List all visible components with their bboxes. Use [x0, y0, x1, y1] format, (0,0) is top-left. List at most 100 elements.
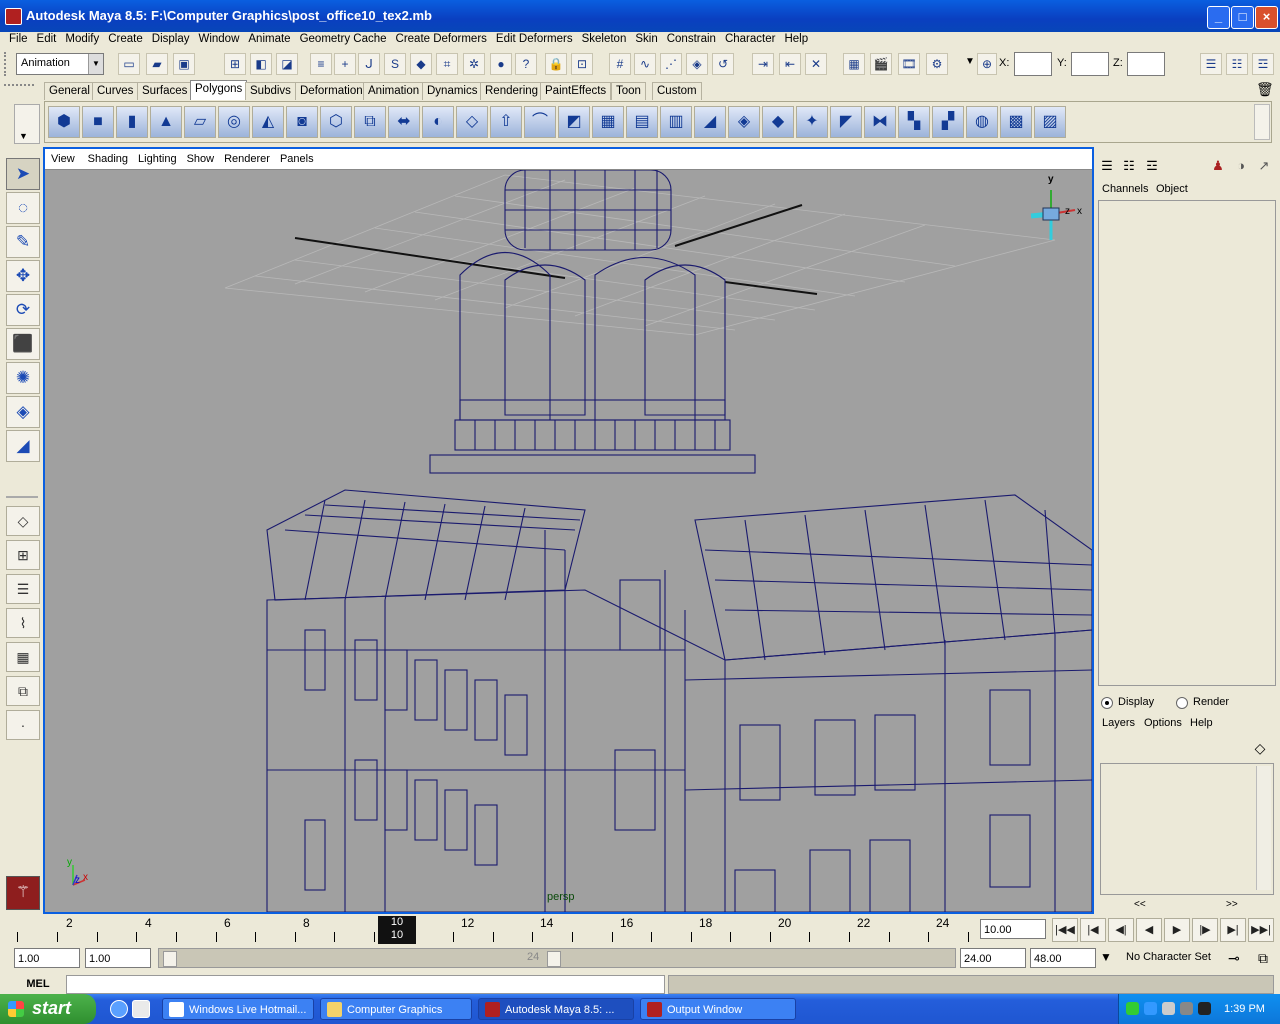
collapse-icon[interactable]: ◆ [762, 106, 794, 138]
pick-icon[interactable]: ↗ [1256, 156, 1272, 176]
tab-subdivs[interactable]: Subdivs [245, 82, 296, 100]
select-joints-icon[interactable]: ᒍ [358, 53, 380, 75]
menu-animate[interactable]: Animate [248, 32, 290, 46]
shelf-grip[interactable] [4, 84, 34, 98]
select-handles-icon[interactable]: + [334, 53, 356, 75]
viewport-menu-view[interactable]: View [51, 149, 75, 169]
create-layer-icon[interactable]: ◇ [1250, 738, 1270, 758]
menu-create[interactable]: Create [108, 32, 143, 46]
start-button[interactable]: start [0, 994, 96, 1024]
poly-sphere-icon[interactable]: ⬢ [48, 106, 80, 138]
range-slider[interactable]: 24 [158, 948, 956, 968]
channel-box-panel[interactable] [1098, 200, 1276, 686]
lock-selection-icon[interactable]: 🔒 [545, 53, 567, 75]
security-icon[interactable] [1198, 1002, 1211, 1015]
auto-key-icon[interactable]: ⊸ [1228, 950, 1240, 967]
show-manipulator-icon[interactable]: ◢ [6, 430, 40, 462]
four-view-layout-icon[interactable]: ⊞ [6, 540, 40, 570]
z-field[interactable] [1127, 52, 1165, 76]
menu-skin[interactable]: Skin [635, 32, 657, 46]
shelf-menu-button[interactable]: ▼ [14, 104, 40, 144]
layers-menu[interactable]: Layers [1102, 717, 1135, 729]
show-desktop-icon[interactable] [132, 1000, 150, 1018]
soft-modification-icon[interactable]: ◈ [6, 396, 40, 428]
snap-view-plane-icon[interactable]: ◈ [686, 53, 708, 75]
menu-help[interactable]: Help [784, 32, 808, 46]
range-end-handle[interactable] [547, 951, 561, 967]
hypershade-layout-icon[interactable]: ▦ [6, 642, 40, 672]
render-layers-radio[interactable] [1176, 697, 1188, 709]
poly-cone-icon[interactable]: ▲ [150, 106, 182, 138]
cylindrical-mapping-icon[interactable]: ▞ [932, 106, 964, 138]
playback-start-field[interactable]: 1.00 [85, 948, 151, 968]
taskbar-item-hotmail[interactable]: Windows Live Hotmail... [162, 998, 314, 1020]
channel-box-mode-icon[interactable]: ☰ [1098, 156, 1116, 176]
select-curves-icon[interactable]: S [384, 53, 406, 75]
layout-menu-button[interactable]: · [6, 710, 40, 740]
highlight-selection-icon[interactable]: ⊡ [571, 53, 593, 75]
close-button[interactable]: × [1255, 6, 1278, 29]
start-time-field[interactable]: 1.00 [14, 948, 80, 968]
tab-dynamics[interactable]: Dynamics [422, 82, 483, 100]
viewport-menu-renderer[interactable]: Renderer [224, 149, 270, 169]
play-backwards-icon[interactable]: ◀ [1136, 918, 1162, 942]
range-start-handle[interactable] [163, 951, 177, 967]
select-deformations-icon[interactable]: ⌗ [436, 53, 458, 75]
poly-platonic-icon[interactable]: ⬡ [320, 106, 352, 138]
go-to-end-icon[interactable]: ▶▶| [1248, 918, 1274, 942]
single-perspective-layout-icon[interactable]: ◇ [6, 506, 40, 536]
minimize-button[interactable]: _ [1207, 6, 1230, 29]
bridge-icon[interactable]: ⌒ [524, 106, 556, 138]
select-by-object-icon[interactable]: ◧ [250, 53, 272, 75]
character-icon[interactable]: ♟ [1210, 156, 1226, 176]
volume-icon[interactable] [1180, 1002, 1193, 1015]
automatic-mapping-icon[interactable]: ▩ [1000, 106, 1032, 138]
current-time-field[interactable]: 10.00 [980, 919, 1046, 939]
show-tool-settings-icon[interactable]: ☷ [1226, 53, 1248, 75]
tab-rendering[interactable]: Rendering [480, 82, 544, 100]
taskbar-item-computer-graphics[interactable]: Computer Graphics [320, 998, 472, 1020]
mirror-geometry-icon[interactable]: ⧓ [864, 106, 896, 138]
step-forward-key-icon[interactable]: |▶ [1192, 918, 1218, 942]
playback-end-field[interactable]: 24.00 [960, 948, 1026, 968]
statusline-grip[interactable] [4, 52, 12, 76]
select-dynamics-icon[interactable]: ✲ [463, 53, 485, 75]
toggle-shading-icon[interactable]: ◑ [1232, 156, 1250, 176]
spherical-mapping-icon[interactable]: ◍ [966, 106, 998, 138]
select-rendering-icon[interactable]: ● [490, 53, 512, 75]
append-polygon-icon[interactable]: ◩ [558, 106, 590, 138]
render-current-icon[interactable]: 🎬 [870, 53, 892, 75]
offset-edge-loop-icon[interactable]: ▥ [660, 106, 692, 138]
messenger-icon[interactable] [1144, 1002, 1157, 1015]
maya-app-icon[interactable] [5, 8, 22, 25]
display-layers-radio[interactable] [1101, 697, 1113, 709]
selection-mask-icon[interactable]: ≡ [310, 53, 332, 75]
poke-face-icon[interactable]: ✦ [796, 106, 828, 138]
viewport-menu-show[interactable]: Show [187, 149, 215, 169]
poly-plane-icon[interactable]: ▱ [184, 106, 216, 138]
channel-box-layer-icon[interactable]: ☷ [1120, 156, 1138, 176]
viewport-menu-lighting[interactable]: Lighting [138, 149, 177, 169]
animation-preferences-icon[interactable]: ⧉ [1258, 950, 1268, 967]
select-misc-icon[interactable]: ? [515, 53, 537, 75]
help-menu[interactable]: Help [1190, 717, 1213, 729]
display-icon[interactable] [1162, 1002, 1175, 1015]
step-back-key-icon[interactable]: ◀| [1108, 918, 1134, 942]
graph-editor-layout-icon[interactable]: ⧉ [6, 676, 40, 706]
internet-explorer-icon[interactable] [110, 1000, 128, 1018]
planar-mapping-icon[interactable]: ▚ [898, 106, 930, 138]
select-surfaces-icon[interactable]: ◆ [410, 53, 432, 75]
render-view-icon[interactable]: ▦ [843, 53, 865, 75]
layer-nav-right[interactable]: >> [1226, 899, 1238, 910]
channel-box-channels-menu[interactable]: Channels [1102, 183, 1148, 195]
menu-window[interactable]: Window [198, 32, 239, 46]
bevel-icon[interactable]: ◢ [694, 106, 726, 138]
render-globals-icon[interactable]: ⚙ [926, 53, 948, 75]
tab-custom[interactable]: Custom [652, 82, 702, 100]
poly-cylinder-icon[interactable]: ▮ [116, 106, 148, 138]
uv-texture-editor-icon[interactable]: ▨ [1034, 106, 1066, 138]
options-menu[interactable]: Options [1144, 717, 1182, 729]
menu-geometry-cache[interactable]: Geometry Cache [300, 32, 387, 46]
select-by-component-icon[interactable]: ◪ [276, 53, 298, 75]
snap-point-icon[interactable]: ⋰ [660, 53, 682, 75]
